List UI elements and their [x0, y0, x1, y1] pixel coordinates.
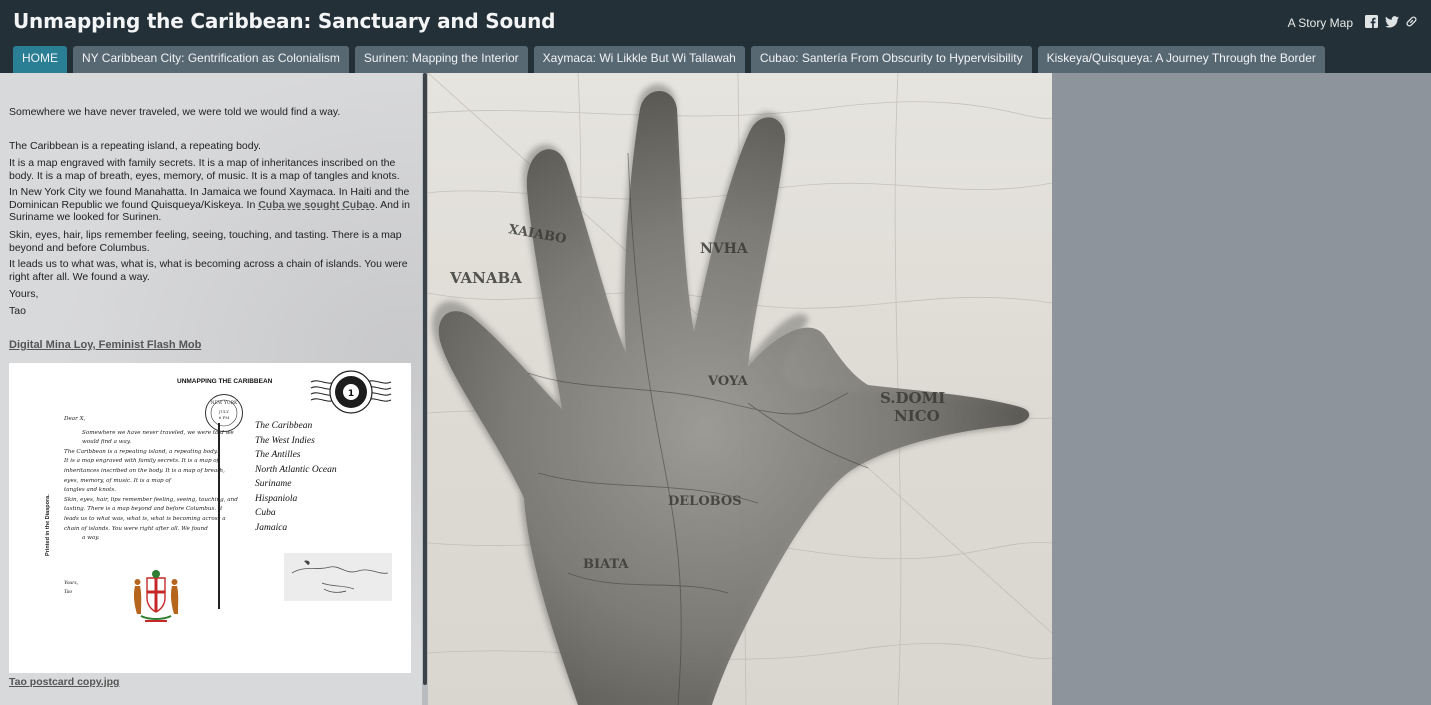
paragraph: The Caribbean is a repeating island, a r…: [9, 140, 261, 152]
story-map-label: A Story Map: [1287, 16, 1353, 30]
letter-line: inheritances inscribed on the body. It i…: [64, 467, 225, 474]
map-label: VOYA: [707, 374, 749, 389]
scrollbar-thumb[interactable]: [423, 73, 427, 685]
letter-line: would find a way.: [82, 439, 132, 446]
postcard-closing: Yours,: [64, 580, 78, 586]
facebook-icon[interactable]: [1365, 15, 1379, 29]
place-line: North Atlantic Ocean: [255, 464, 337, 475]
letter-line: a way.: [82, 535, 100, 542]
map-label: S.DOMI: [880, 389, 945, 407]
signature-text: Tao: [9, 305, 26, 317]
tab-home[interactable]: HOME: [13, 46, 67, 73]
letter-line: It is a map engraved with family secrets…: [64, 458, 219, 465]
twitter-icon[interactable]: [1385, 15, 1399, 29]
share-icons: [1365, 15, 1419, 29]
letter-line: leads us to what was, what is, what is b…: [64, 515, 226, 522]
postcard-signature: Tao: [64, 589, 73, 595]
page-title: Unmapping the Caribbean: Sanctuary and S…: [13, 9, 556, 33]
postcard-letter: Dear X, Somewhere we have never traveled…: [64, 415, 238, 544]
place-line: The Caribbean: [255, 421, 313, 431]
map-background: [1052, 73, 1431, 705]
cubao-link[interactable]: Cuba we sought Cubao: [258, 199, 375, 211]
map-label: DELOBOS: [668, 494, 742, 509]
map-sketch-icon: [284, 553, 392, 601]
panel-scrollbar[interactable]: [422, 73, 428, 705]
stamp-icon: 1: [310, 370, 392, 414]
tab-xaymaca[interactable]: Xaymaca: Wi Likkle But Wi Tallawah: [533, 46, 745, 73]
postcard-signoff: Yours, Tao: [64, 579, 78, 597]
coat-of-arms-icon: [133, 570, 179, 622]
tab-surinen[interactable]: Surinen: Mapping the Interior: [354, 46, 528, 73]
side-panel: Somewhere we have never traveled, we wer…: [0, 73, 422, 705]
svg-text:JULY: JULY: [218, 409, 229, 414]
postcard-salutation: Dear X,: [64, 416, 86, 422]
letter-line: Skin, eyes, hair, lips remember feeling,…: [64, 496, 238, 503]
link-icon[interactable]: [1405, 15, 1419, 29]
paragraph: It leads us to what was, what is, what i…: [9, 258, 408, 283]
postcard-title: UNMAPPING THE CARIBBEAN: [177, 378, 273, 385]
image-caption-link[interactable]: Tao postcard copy.jpg: [9, 676, 119, 688]
closing-text: Yours,: [9, 288, 39, 300]
app-header: Unmapping the Caribbean: Sanctuary and S…: [0, 0, 1431, 73]
section-tabs: HOME NY Caribbean City: Gentrification a…: [13, 46, 1325, 73]
hand-map-image: XAIABO NVHA VANABA VOYA S.DOMI NICO DELO…: [428, 73, 1052, 705]
tab-kiskeya[interactable]: Kiskeya/Quisqueya: A Journey Through the…: [1037, 46, 1325, 73]
letter-line: tasting. There is a map beyond and befor…: [64, 506, 223, 513]
tab-ny-caribbean-city[interactable]: NY Caribbean City: Gentrification as Col…: [73, 46, 349, 73]
hand-map-illustration: XAIABO NVHA VANABA VOYA S.DOMI NICO DELO…: [428, 73, 1052, 705]
paragraph: In New York City we found Manahatta. In …: [9, 186, 414, 224]
postmark-text: NEW YORK: [211, 400, 238, 406]
map-label: NVHA: [700, 241, 749, 257]
postcard-image[interactable]: UNMAPPING THE CARIBBEAN 1 NEW YORK JULY …: [9, 363, 411, 673]
place-line: Suriname: [255, 479, 292, 489]
map-label: NICO: [894, 407, 940, 425]
place-line: Hispaniola: [255, 493, 298, 504]
letter-line: chain of islands. You were right after a…: [64, 525, 208, 532]
place-line: The West Indies: [255, 435, 315, 446]
mina-loy-link[interactable]: Digital Mina Loy, Feminist Flash Mob: [9, 339, 201, 351]
paragraph: Skin, eyes, hair, lips remember feeling,…: [9, 229, 402, 254]
svg-text:1: 1: [348, 389, 354, 399]
letter-line: eyes, memory, of music. It is a map of: [64, 477, 171, 484]
map-label: VANABA: [449, 269, 522, 287]
letter-line: tangles and knots.: [64, 487, 117, 494]
map-label: BIATA: [583, 557, 629, 572]
letter-line: The Caribbean is a repeating island, a r…: [64, 448, 219, 455]
paragraph: It is a map engraved with family secrets…: [9, 157, 400, 182]
place-line: The Antilles: [255, 450, 301, 460]
postcard-divider: [218, 423, 220, 609]
place-line: Jamaica: [255, 522, 288, 533]
intro-text: Somewhere we have never traveled, we wer…: [9, 106, 341, 118]
place-line: Cuba: [255, 508, 276, 518]
postcard-places: The Caribbean The West Indies The Antill…: [255, 419, 337, 535]
tab-cubao[interactable]: Cubao: Santería From Obscurity to Hyperv…: [750, 46, 1032, 73]
letter-line: Somewhere we have never traveled, we wer…: [82, 429, 234, 436]
postcard-vertical-text: Printed in the Diaspora.: [45, 494, 51, 556]
svg-text:6 PM: 6 PM: [219, 415, 230, 420]
